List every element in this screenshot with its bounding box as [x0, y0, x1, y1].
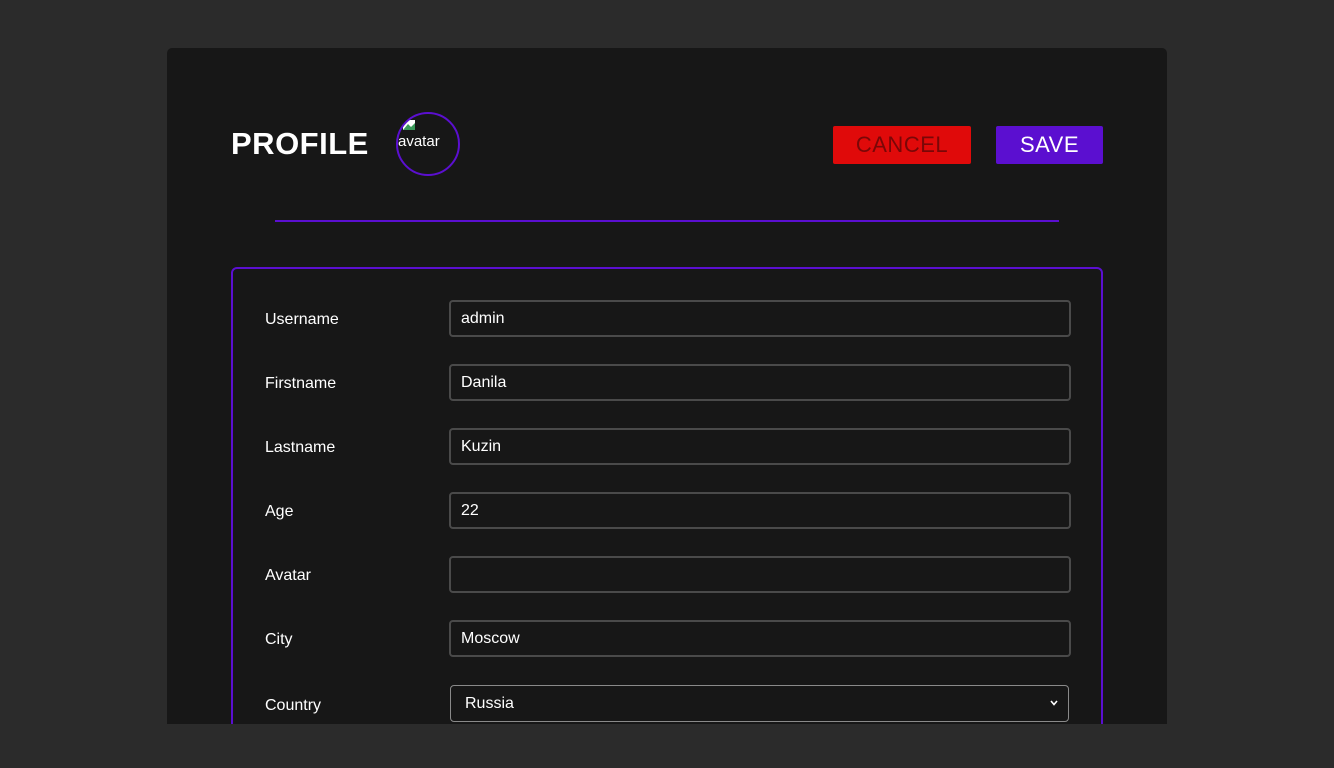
save-button[interactable]: SAVE	[996, 126, 1103, 164]
lastname-input[interactable]	[449, 428, 1071, 465]
city-input[interactable]	[449, 620, 1071, 657]
field-firstname: Firstname	[265, 364, 1071, 402]
lastname-label: Lastname	[265, 439, 336, 456]
page-title: PROFILE	[231, 126, 369, 161]
username-input[interactable]	[449, 300, 1071, 337]
broken-image-icon	[403, 120, 415, 130]
avatar-alt-text: avatar	[398, 133, 440, 150]
field-city: City	[265, 620, 1071, 658]
avatar: avatar	[396, 112, 460, 176]
firstname-input[interactable]	[449, 364, 1071, 401]
city-label: City	[265, 631, 293, 648]
country-label: Country	[265, 697, 322, 714]
header-divider	[275, 220, 1059, 222]
firstname-label: Firstname	[265, 375, 337, 392]
field-age: Age	[265, 492, 1071, 530]
username-label: Username	[265, 311, 339, 328]
country-selected-value: Russia	[465, 694, 514, 712]
profile-header: PROFILE avatar CANCEL SAVE	[231, 112, 1103, 177]
cancel-button[interactable]: CANCEL	[833, 126, 971, 164]
field-username: Username	[265, 300, 1071, 338]
chevron-down-icon	[1050, 700, 1058, 706]
field-avatar: Avatar	[265, 556, 1071, 594]
avatar-input[interactable]	[449, 556, 1071, 593]
age-input[interactable]	[449, 492, 1071, 529]
profile-form: Username Firstname Lastname Age Avatar C…	[231, 267, 1103, 724]
country-select[interactable]: Russia	[450, 685, 1069, 722]
field-country: Country Russia	[265, 685, 1071, 723]
profile-card: PROFILE avatar CANCEL SAVE Username Firs…	[167, 48, 1167, 724]
age-label: Age	[265, 503, 294, 520]
field-lastname: Lastname	[265, 428, 1071, 466]
avatar-label: Avatar	[265, 567, 311, 584]
